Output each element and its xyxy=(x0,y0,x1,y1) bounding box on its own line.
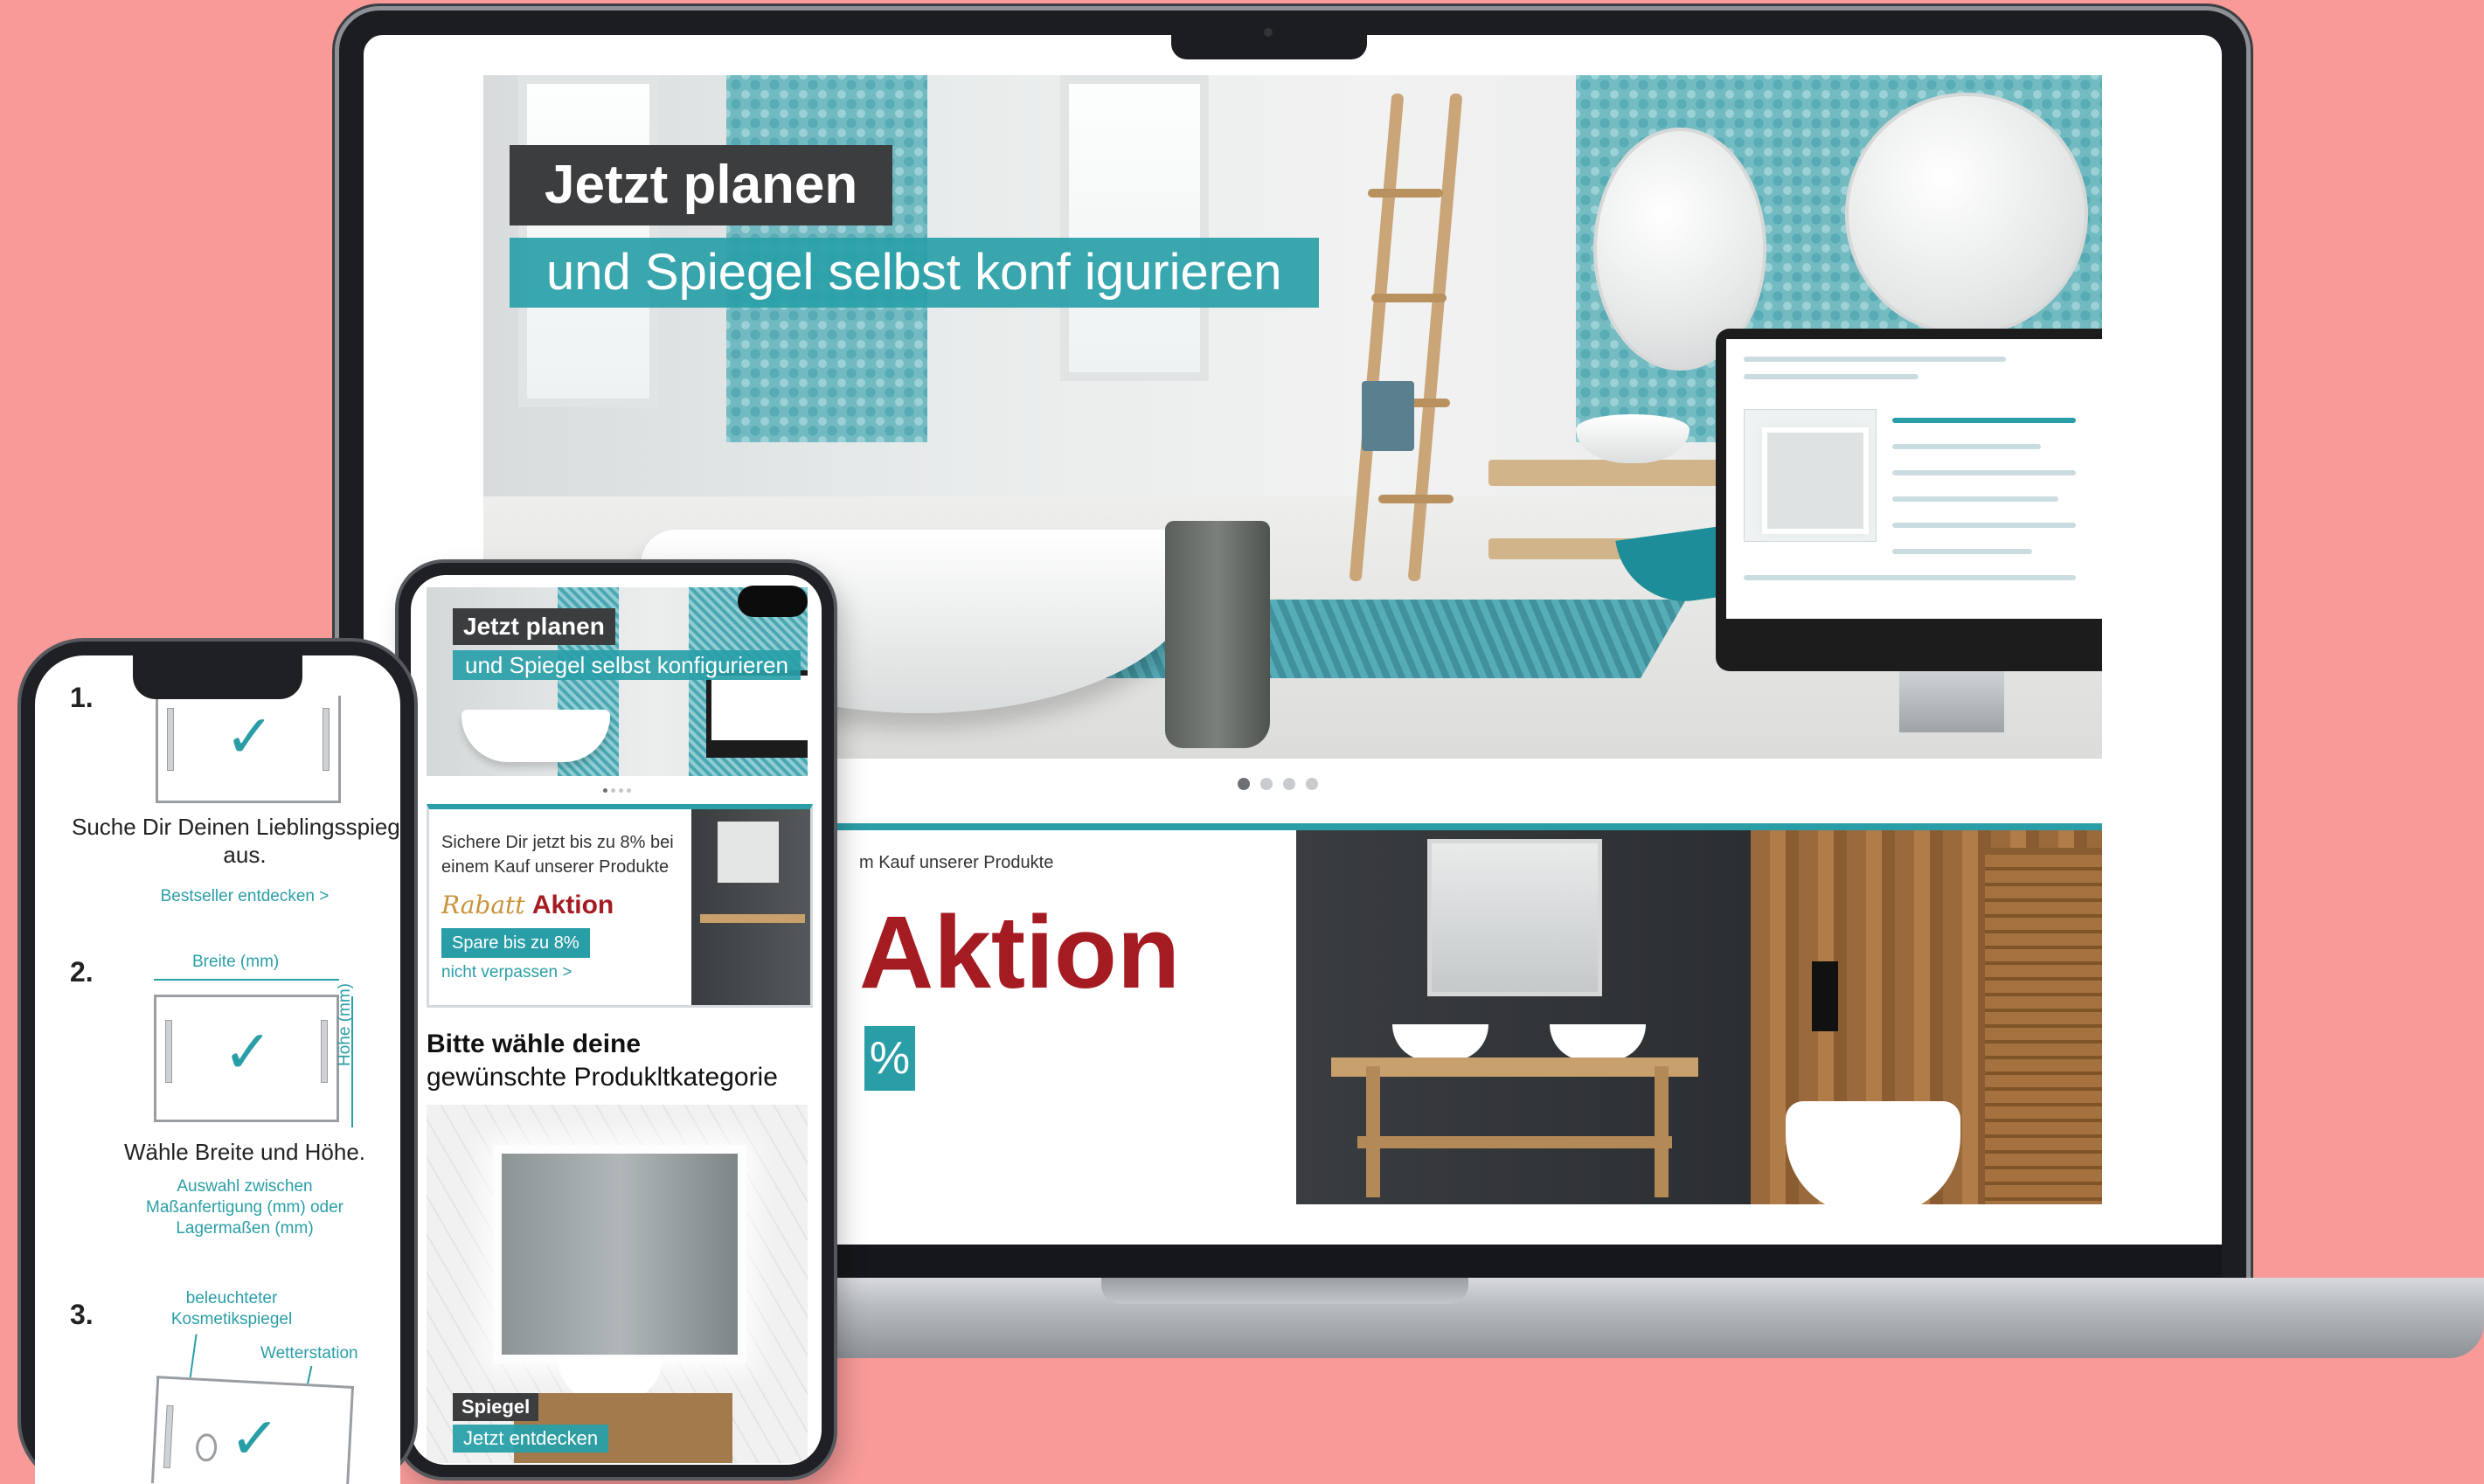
mobile-hero-subtitle: und Spiegel selbst konfigurieren xyxy=(453,650,801,680)
width-label: Breite (mm) xyxy=(192,953,280,971)
mirror-outline: ✓ xyxy=(150,1376,355,1484)
bestseller-link[interactable]: Bestseller entdecken > xyxy=(70,886,400,907)
check-icon: ✓ xyxy=(225,703,274,772)
mirror-image xyxy=(493,1145,746,1363)
cosmetic-mirror-icon xyxy=(195,1432,218,1462)
camera-icon xyxy=(738,586,808,617)
weather-station-label: Wetterstation xyxy=(260,1344,358,1363)
phone-screen: 1. ✓ Suche Dir Deinen Lieblingsspiegel a… xyxy=(35,655,400,1484)
promo-badge[interactable]: % xyxy=(864,1026,915,1091)
width-arrow xyxy=(154,979,339,981)
mobile-promo-card[interactable]: Sichere Dir jetzt bis zu 8% bei einem Ka… xyxy=(427,804,813,1008)
promo-small-text: m Kauf unserer Produkte xyxy=(859,853,1054,872)
hero-title: Jetzt planen xyxy=(510,145,893,225)
mobile-slider-dots xyxy=(603,788,631,793)
slider-dots xyxy=(1238,778,1318,790)
slider-dot[interactable] xyxy=(1283,778,1295,790)
mirror-outline: ✓ xyxy=(154,995,339,1122)
promo-image xyxy=(691,809,810,1005)
spare-badge[interactable]: Spare bis zu 8% xyxy=(441,928,590,958)
promo-text: Sichere Dir jetzt bis zu 8% bei einem Ka… xyxy=(441,833,674,877)
slider-dot[interactable] xyxy=(1238,778,1250,790)
slider-dot[interactable] xyxy=(1306,778,1318,790)
hanging-towel xyxy=(1362,381,1414,451)
step1-text: Suche Dir Deinen Lieblingsspiegel aus. xyxy=(71,814,400,868)
phone-notch xyxy=(133,655,302,699)
step-number: 1. xyxy=(70,682,94,713)
category-card-spiegel[interactable]: Spiegel Jetzt entdecken xyxy=(427,1105,808,1463)
bathroom-window xyxy=(1060,75,1209,381)
category-cta-button[interactable]: Jetzt entdecken xyxy=(453,1425,609,1453)
promo-headline: Aktion xyxy=(859,895,1181,1010)
step2-text: Wähle Breite und Höhe. xyxy=(123,1139,366,1165)
promo-rabatt-aktion: Rabatt Aktion xyxy=(441,891,614,919)
step2-hint: Auswahl zwischen Maßanfertigung (mm) ode… xyxy=(146,1177,343,1238)
check-icon: ✓ xyxy=(223,1018,273,1087)
configurator-monitor xyxy=(1716,329,2102,732)
category-heading: Bitte wähle deine gewünschte Produkltkat… xyxy=(427,1030,778,1092)
slider-dot[interactable] xyxy=(1260,778,1273,790)
cosmetic-mirror-label: beleuchteter Kosmetikspiegel xyxy=(170,1289,293,1328)
android-phone: Jetzt planen und Spiegel selbst konfigur… xyxy=(399,563,834,1477)
check-icon: ✓ xyxy=(227,1403,281,1475)
round-mirror xyxy=(1845,93,2088,336)
laptop-base xyxy=(612,1278,2484,1358)
towel xyxy=(1165,521,1270,748)
sink xyxy=(1576,414,1690,463)
step-number: 3. xyxy=(70,1299,94,1330)
camera-notch xyxy=(1171,10,1367,59)
phone-screen: Jetzt planen und Spiegel selbst konfigur… xyxy=(411,575,822,1465)
mirror-outline: ✓ xyxy=(156,696,341,803)
promo-link[interactable]: nicht verpassen > xyxy=(441,963,572,982)
mobile-hero-title: Jetzt planen xyxy=(453,608,615,645)
iphone: 1. ✓ Suche Dir Deinen Lieblingsspiegel a… xyxy=(21,641,414,1484)
step-number: 2. xyxy=(70,956,94,988)
promo-bathroom-image xyxy=(1296,830,2102,1204)
category-label: Spiegel xyxy=(453,1393,539,1421)
height-label: Höhe (mm) xyxy=(336,982,354,1066)
hero-subtitle: und Spiegel selbst konf igurieren xyxy=(510,238,1319,308)
